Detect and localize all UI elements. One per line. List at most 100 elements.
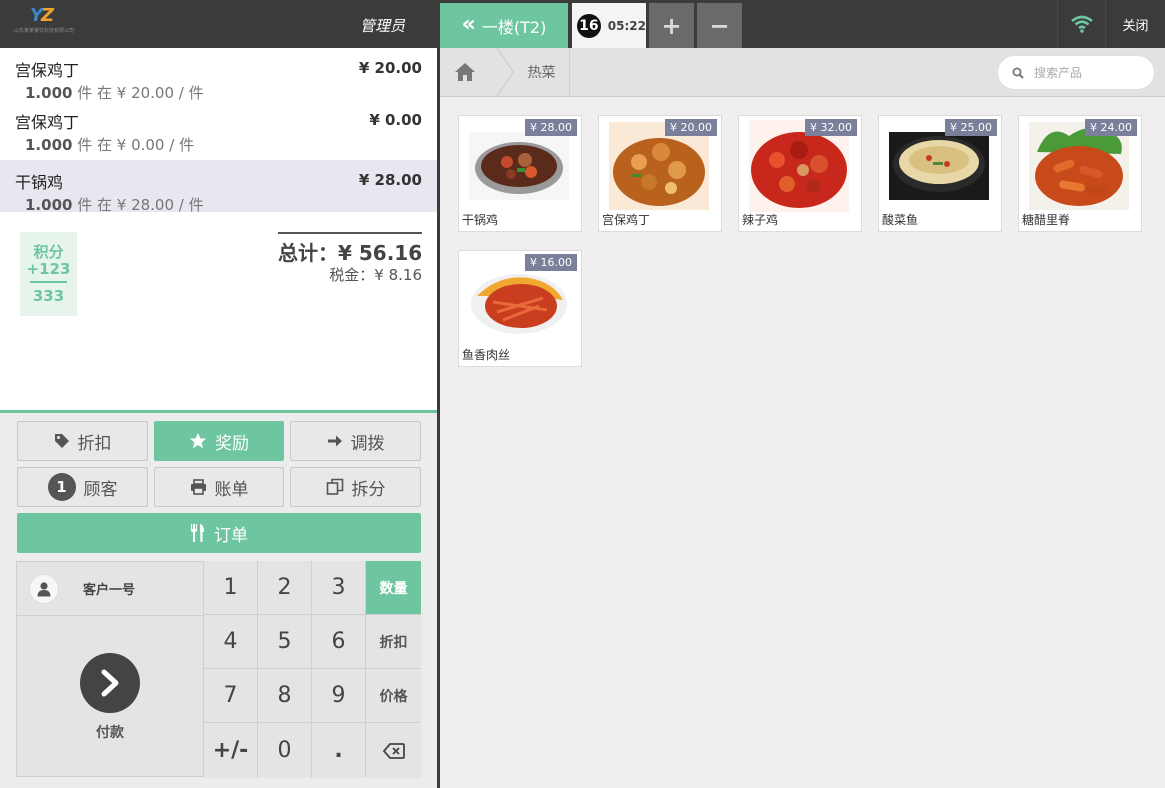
split-button[interactable]: 拆分	[290, 467, 421, 507]
order-line-unit: 件 在 ¥ 28.00 / 件	[77, 196, 204, 214]
copy-icon	[326, 478, 343, 495]
product-name: 糖醋里脊	[1022, 213, 1071, 227]
remove-order-button[interactable]: −	[697, 3, 742, 48]
payment-label: 付款	[96, 724, 124, 741]
order-number-badge: 16	[577, 13, 601, 38]
customer-name: 客户一号	[83, 583, 136, 598]
order-tab[interactable]: 16 05:22	[572, 3, 646, 48]
order-line-name: 宫保鸡丁	[15, 113, 80, 132]
printer-icon	[190, 479, 206, 495]
numpad-key-0[interactable]: 0	[258, 723, 312, 778]
search-icon	[1012, 67, 1024, 79]
numpad-key-plus-minus[interactable]: +/-	[204, 723, 258, 778]
numpad-key-dot[interactable]: .	[312, 723, 366, 778]
star-icon	[189, 432, 207, 449]
add-order-button[interactable]: +	[649, 3, 694, 48]
reward-button[interactable]: 奖励	[154, 421, 284, 461]
order-line-price: ¥ 0.00	[369, 111, 422, 129]
user-icon	[29, 573, 59, 604]
category-breadcrumb: 热菜	[440, 48, 1165, 97]
cashier-name[interactable]: 管理员	[360, 15, 405, 36]
product-card[interactable]: ¥ 25.00 酸菜鱼	[878, 115, 1002, 232]
close-button[interactable]: 关闭	[1105, 0, 1165, 48]
payment-button[interactable]: 付款	[17, 617, 203, 777]
product-price-tag: ¥ 16.00	[525, 254, 577, 271]
product-price-tag: ¥ 25.00	[945, 119, 997, 136]
transfer-button[interactable]: 调拨	[290, 421, 421, 461]
product-name: 酸菜鱼	[882, 213, 919, 227]
product-card[interactable]: ¥ 32.00 辣子鸡	[738, 115, 862, 232]
numpad: 1 2 3 数量 4 5 6 折扣 7 8 9 价格 +/- 0 .	[204, 561, 421, 778]
bill-button[interactable]: 账单	[154, 467, 284, 507]
numpad-key-8[interactable]: 8	[258, 669, 312, 723]
arrow-right-icon	[327, 435, 342, 447]
numpad-key-2[interactable]: 2	[258, 561, 312, 615]
panel-divider	[437, 48, 440, 788]
numpad-key-5[interactable]: 5	[258, 615, 312, 669]
order-line-unit: 件 在 ¥ 0.00 / 件	[77, 136, 195, 154]
product-name: 干锅鸡	[462, 213, 499, 227]
floor-label: 一楼(T2)	[481, 17, 547, 37]
loyalty-divider	[30, 281, 67, 283]
loyalty-earned: +123	[26, 260, 71, 278]
product-card[interactable]: ¥ 24.00 糖醋里脊	[1018, 115, 1142, 232]
floor-button[interactable]: « 一楼(T2)	[440, 3, 568, 48]
double-chevron-left-icon: «	[461, 11, 476, 37]
order-line-qty: 1.000	[25, 136, 73, 154]
product-price-tag: ¥ 24.00	[1085, 119, 1137, 136]
product-card[interactable]: ¥ 16.00 鱼香肉丝	[458, 250, 582, 367]
customer-count-badge: 1	[47, 473, 76, 501]
mode-discount-button[interactable]: 折扣	[366, 615, 421, 669]
order-line-selected[interactable]: 干锅鸡 ¥ 28.00 1.000 件 在 ¥ 28.00 / 件	[0, 160, 437, 215]
discount-label: 折扣	[77, 433, 112, 454]
logo-caption: 山东某某餐饮科技有限公司	[14, 28, 75, 34]
chevron-right-icon	[80, 652, 140, 713]
logo-mark: YZ	[30, 5, 54, 26]
order-line[interactable]: 宫保鸡丁 ¥ 0.00 1.000 件 在 ¥ 0.00 / 件	[0, 100, 437, 155]
product-search[interactable]	[997, 55, 1155, 90]
breadcrumb-item[interactable]: 热菜	[514, 48, 570, 96]
mode-price-button[interactable]: 价格	[366, 669, 421, 723]
tag-icon	[54, 434, 69, 448]
product-price-tag: ¥ 28.00	[525, 119, 577, 136]
wifi-icon[interactable]	[1057, 0, 1105, 48]
select-customer-button[interactable]: 客户一号	[17, 562, 203, 616]
numpad-key-6[interactable]: 6	[312, 615, 366, 669]
search-input[interactable]	[1034, 65, 1144, 80]
pad-left: 客户一号 付款	[16, 561, 204, 777]
discount-button[interactable]: 折扣	[17, 421, 148, 461]
home-icon	[455, 63, 475, 81]
customer-label: 顾客	[83, 479, 118, 500]
product-price-tag: ¥ 20.00	[665, 119, 717, 136]
loyalty-points[interactable]: 积分 +123 333	[20, 232, 77, 316]
product-name: 宫保鸡丁	[602, 213, 651, 227]
order-line-info: 1.000 件 在 ¥ 0.00 / 件	[25, 134, 422, 155]
order-label: 订单	[214, 525, 248, 546]
product-card[interactable]: ¥ 20.00 宫保鸡丁	[598, 115, 722, 232]
numpad-key-1[interactable]: 1	[204, 561, 258, 615]
numpad-key-4[interactable]: 4	[204, 615, 258, 669]
order-line-info: 1.000 件 在 ¥ 28.00 / 件	[25, 194, 422, 215]
split-label: 拆分	[351, 479, 386, 500]
order-line-qty: 1.000	[25, 196, 73, 214]
company-logo: YZ 山东某某餐饮科技有限公司	[14, 5, 84, 41]
order-tax: 税金：¥ 8.16	[329, 266, 422, 284]
numpad-key-3[interactable]: 3	[312, 561, 366, 615]
transfer-label: 调拨	[350, 433, 385, 454]
product-name: 辣子鸡	[742, 213, 779, 227]
order-button[interactable]: 订单	[17, 513, 421, 553]
customer-button[interactable]: 1 顾客	[17, 467, 148, 507]
mode-quantity-button[interactable]: 数量	[366, 561, 421, 615]
product-card[interactable]: ¥ 28.00 干锅鸡	[458, 115, 582, 232]
loyalty-balance: 333	[32, 287, 65, 305]
order-total: 总计：¥ 56.16	[278, 241, 423, 265]
loyalty-label: 积分	[33, 243, 64, 261]
product-name: 鱼香肉丝	[462, 348, 511, 362]
top-bar: YZ 山东某某餐饮科技有限公司 管理员 « 一楼(T2) 16 05:22 + …	[0, 0, 1165, 48]
backspace-button[interactable]	[366, 723, 421, 778]
numpad-key-7[interactable]: 7	[204, 669, 258, 723]
order-totals: 总计：¥ 56.16 税金：¥ 8.16	[278, 232, 422, 285]
reward-label: 奖励	[215, 433, 249, 454]
numpad-key-9[interactable]: 9	[312, 669, 366, 723]
order-line[interactable]: 宫保鸡丁 ¥ 20.00 1.000 件 在 ¥ 20.00 / 件	[0, 48, 437, 102]
